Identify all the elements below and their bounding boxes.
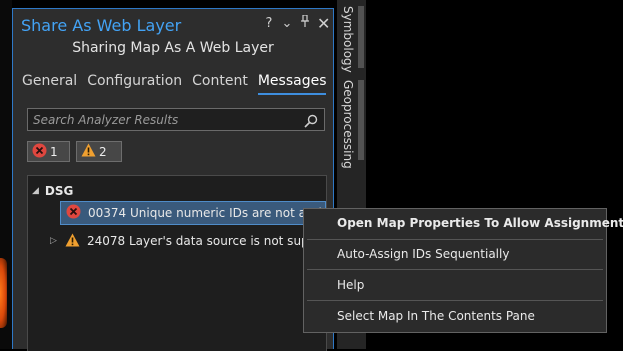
warning-filter-button[interactable]: 2 xyxy=(76,141,122,162)
tree-item-warning[interactable]: 24078 Layer's data source is not support… xyxy=(60,229,326,253)
menu-separator xyxy=(307,239,603,240)
side-tab-symbology[interactable]: Symbology xyxy=(341,6,355,73)
error-count: 1 xyxy=(50,144,58,159)
menu-item-help[interactable]: Help xyxy=(337,278,364,292)
help-icon[interactable]: ? xyxy=(263,15,275,33)
group-label: DSG xyxy=(44,184,74,198)
side-tab-indicator xyxy=(358,80,364,160)
expand-triangle-icon[interactable]: ▷ xyxy=(50,236,57,246)
pane-controls: ? ⌄ ✕ xyxy=(263,14,330,33)
tree-item-label: 00374 Unique numeric IDs are not assigne… xyxy=(88,206,325,220)
tree-item-label: 24078 Layer's data source is not support… xyxy=(87,234,326,248)
share-as-web-layer-pane: Share As Web Layer ? ⌄ ✕ Sharing Map As … xyxy=(12,8,334,351)
tree-group-dsg[interactable]: ◢ DSG xyxy=(32,184,73,198)
context-menu: Open Map Properties To Allow Assignment … xyxy=(303,208,623,333)
menu-item-auto-assign-ids[interactable]: Auto-Assign IDs Sequentially xyxy=(337,247,509,261)
pane-subtitle: Sharing Map As A Web Layer xyxy=(72,40,274,56)
tab-messages[interactable]: Messages xyxy=(257,73,327,95)
side-tab-indicator xyxy=(358,6,364,68)
tab-bar: General Configuration Content Messages xyxy=(22,73,327,95)
chevron-down-icon[interactable]: ⌄ xyxy=(281,15,293,33)
pin-icon[interactable] xyxy=(299,14,311,33)
side-tab-geoprocessing[interactable]: Geoprocessing xyxy=(341,80,355,169)
search-box xyxy=(27,108,325,131)
pane-title: Share As Web Layer xyxy=(21,16,182,35)
filter-bar: 1 2 xyxy=(27,141,122,162)
tree-item-error[interactable]: 00374 Unique numeric IDs are not assigne… xyxy=(60,201,326,225)
tab-configuration[interactable]: Configuration xyxy=(87,73,182,95)
error-filter-button[interactable]: 1 xyxy=(27,141,70,162)
tab-general[interactable]: General xyxy=(22,73,77,95)
error-icon xyxy=(66,204,81,222)
menu-separator xyxy=(307,269,603,270)
menu-item-open-map-properties[interactable]: Open Map Properties To Allow Assignment xyxy=(337,216,623,230)
tab-content[interactable]: Content xyxy=(192,73,248,95)
menu-separator xyxy=(307,300,603,301)
warning-icon xyxy=(81,143,96,160)
warning-count: 2 xyxy=(99,144,107,159)
error-icon xyxy=(32,143,47,161)
close-icon[interactable]: ✕ xyxy=(317,15,330,33)
search-input[interactable] xyxy=(28,109,298,130)
menu-item-select-map[interactable]: Select Map In The Contents Pane xyxy=(337,309,535,323)
collapse-triangle-icon[interactable]: ◢ xyxy=(32,186,39,196)
search-icon[interactable] xyxy=(304,113,318,128)
map-feature xyxy=(0,258,7,328)
warning-icon xyxy=(65,233,80,250)
map-view-edge xyxy=(0,0,12,349)
analyzer-results-tree: ◢ DSG 00374 Unique numeric IDs are not a… xyxy=(27,175,327,351)
